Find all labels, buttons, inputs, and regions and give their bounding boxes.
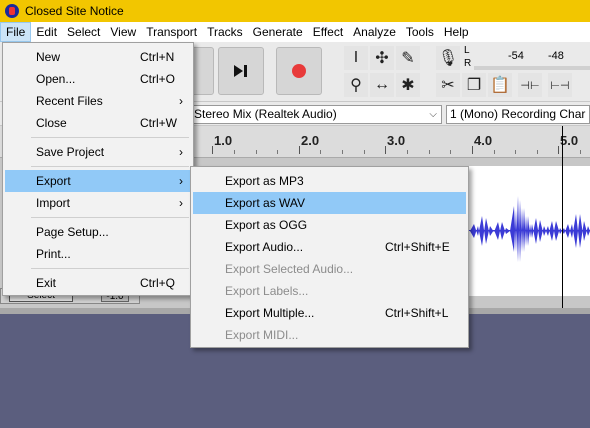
file-menu-new[interactable]: New Ctrl+N [5, 46, 191, 68]
export-as-ogg[interactable]: Export as OGG [193, 214, 466, 236]
ruler-label: 4.0 [474, 133, 493, 148]
export-submenu: Export as MP3 Export as WAV Export as OG… [190, 166, 469, 348]
menu-separator [31, 166, 189, 167]
export-selected-audio[interactable]: Export Selected Audio... [193, 258, 466, 280]
menu-separator [31, 217, 189, 218]
meter-scale-label: -54 [508, 50, 524, 62]
meter-right-label: R [464, 58, 472, 69]
copy-icon[interactable]: ❐ [462, 73, 486, 97]
chevron-right-icon: › [179, 94, 183, 108]
file-menu-close[interactable]: Close Ctrl+W [5, 112, 191, 134]
meter-scale-label: -48 [548, 50, 564, 62]
file-menu-save-project[interactable]: Save Project › [5, 141, 191, 163]
zoom-tool-icon[interactable]: ⚲ [344, 73, 368, 97]
menu-generate[interactable]: Generate [248, 22, 308, 42]
ruler-label: 1.0 [214, 133, 233, 148]
title-bar: Closed Site Notice [0, 0, 590, 22]
menu-select[interactable]: Select [62, 22, 105, 42]
playhead[interactable] [562, 126, 563, 308]
ruler-label: 3.0 [387, 133, 406, 148]
selection-tool-icon[interactable]: I [344, 46, 368, 70]
export-as-wav[interactable]: Export as WAV [193, 192, 466, 214]
menu-help[interactable]: Help [439, 22, 474, 42]
file-menu: New Ctrl+N Open... Ctrl+O Recent Files ›… [2, 42, 194, 296]
chevron-right-icon: › [179, 145, 183, 159]
record-icon [292, 64, 306, 78]
envelope-tool-icon[interactable]: ✣ [370, 46, 394, 70]
file-menu-open[interactable]: Open... Ctrl+O [5, 68, 191, 90]
recording-device-value: Stereo Mix (Realtek Audio) [194, 107, 337, 121]
menu-separator [31, 137, 189, 138]
export-labels[interactable]: Export Labels... [193, 280, 466, 302]
menu-edit[interactable]: Edit [31, 22, 62, 42]
menu-analyze[interactable]: Analyze [348, 22, 401, 42]
menu-separator [31, 268, 189, 269]
menu-view[interactable]: View [105, 22, 141, 42]
ruler-label: 2.0 [301, 133, 320, 148]
file-menu-exit[interactable]: Exit Ctrl+Q [5, 272, 191, 294]
menu-bar: File Edit Select View Transport Tracks G… [0, 22, 590, 42]
menu-tools[interactable]: Tools [401, 22, 439, 42]
audacity-logo-icon [4, 3, 20, 19]
meter-left-label: L [464, 45, 470, 56]
cut-icon[interactable]: ✂ [436, 73, 460, 97]
skip-end-icon [234, 65, 247, 77]
file-menu-export[interactable]: Export › [5, 170, 191, 192]
skip-end-button[interactable] [218, 47, 264, 95]
draw-tool-icon[interactable]: ✎ [396, 46, 420, 70]
recording-channels-select[interactable]: 1 (Mono) Recording Char [446, 105, 590, 124]
recording-meter[interactable] [474, 66, 590, 70]
recording-channels-value: 1 (Mono) Recording Char [450, 107, 586, 121]
menu-tracks[interactable]: Tracks [202, 22, 248, 42]
file-menu-page-setup[interactable]: Page Setup... [5, 221, 191, 243]
trim-icon[interactable]: ⊣⊢ [518, 73, 542, 97]
export-midi[interactable]: Export MIDI... [193, 324, 466, 346]
record-button[interactable] [276, 47, 322, 95]
chevron-down-icon: ⌵ [429, 109, 437, 120]
timeshift-tool-icon[interactable]: ↔ [370, 73, 394, 97]
export-as-mp3[interactable]: Export as MP3 [193, 170, 466, 192]
menu-transport[interactable]: Transport [141, 22, 202, 42]
silence-icon[interactable]: ⊢⊣ [548, 73, 572, 97]
menu-effect[interactable]: Effect [308, 22, 348, 42]
multi-tool-icon[interactable]: ✱ [396, 73, 420, 97]
file-menu-import[interactable]: Import › [5, 192, 191, 214]
export-audio[interactable]: Export Audio... Ctrl+Shift+E [193, 236, 466, 258]
menu-file[interactable]: File [0, 22, 32, 42]
recording-device-select[interactable]: Stereo Mix (Realtek Audio) ⌵ [190, 105, 442, 124]
window-title: Closed Site Notice [25, 4, 124, 18]
microphone-icon[interactable]: 🎙 [436, 46, 460, 70]
paste-icon[interactable]: 📋 [488, 73, 512, 97]
chevron-right-icon: › [179, 174, 183, 188]
file-menu-recent-files[interactable]: Recent Files › [5, 90, 191, 112]
chevron-right-icon: › [179, 196, 183, 210]
export-multiple[interactable]: Export Multiple... Ctrl+Shift+L [193, 302, 466, 324]
file-menu-print[interactable]: Print... [5, 243, 191, 265]
